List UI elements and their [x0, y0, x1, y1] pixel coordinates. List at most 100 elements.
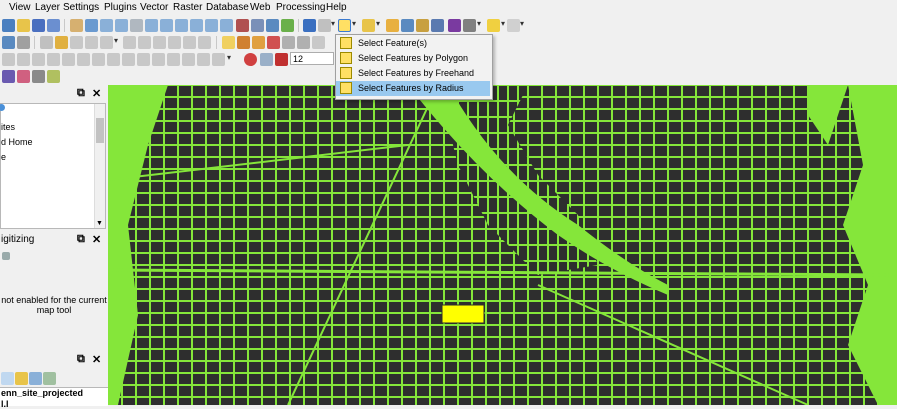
- change-label-icon[interactable]: [297, 36, 310, 49]
- pan-icon[interactable]: [70, 19, 83, 32]
- identify-radius-icon[interactable]: [2, 70, 15, 83]
- rotate-feature-icon[interactable]: [17, 53, 30, 66]
- deselect-icon[interactable]: [386, 19, 399, 32]
- expand-all-icon[interactable]: [43, 372, 56, 385]
- menu-settings[interactable]: Settings: [63, 2, 99, 13]
- cut-features-icon[interactable]: [138, 36, 151, 49]
- new-project-icon[interactable]: [2, 19, 15, 32]
- zoom-to-selection-icon[interactable]: [160, 19, 173, 32]
- action-icon[interactable]: [318, 19, 331, 32]
- menu-view[interactable]: View: [9, 2, 31, 13]
- browser-tree[interactable]: ites d Home e ▼: [0, 103, 106, 229]
- attribute-table-icon[interactable]: [401, 19, 414, 32]
- chevron-down-icon[interactable]: ▾: [352, 19, 356, 28]
- map-tips-icon[interactable]: [487, 19, 500, 32]
- merge-features-icon[interactable]: [182, 53, 195, 66]
- bookmark-icon[interactable]: [251, 19, 264, 32]
- tracing-icon[interactable]: [260, 53, 273, 66]
- zoom-native-icon[interactable]: [190, 19, 203, 32]
- float-panel-icon[interactable]: ⧉: [77, 233, 85, 246]
- zoom-out-icon[interactable]: [115, 19, 128, 32]
- add-group-icon[interactable]: [15, 372, 28, 385]
- menu-plugins[interactable]: Plugins: [104, 2, 137, 13]
- overview-icon[interactable]: [32, 70, 45, 83]
- menu-help[interactable]: Help: [326, 2, 347, 13]
- zoom-in-icon[interactable]: [100, 19, 113, 32]
- open-layer-styling-icon[interactable]: [1, 372, 14, 385]
- current-edits-icon[interactable]: [40, 36, 53, 49]
- open-project-icon[interactable]: [17, 19, 30, 32]
- gps-icon[interactable]: [17, 70, 30, 83]
- text-annotation-icon[interactable]: [507, 19, 520, 32]
- processing-toolbox-icon[interactable]: [431, 19, 444, 32]
- copy-features-icon[interactable]: [153, 36, 166, 49]
- chevron-down-icon[interactable]: ▾: [114, 36, 118, 45]
- fill-ring-icon[interactable]: [77, 53, 90, 66]
- float-panel-icon[interactable]: ⧉: [77, 353, 85, 366]
- redo-icon[interactable]: [198, 36, 211, 49]
- chevron-down-icon[interactable]: ▾: [227, 53, 231, 62]
- layer-style-icon[interactable]: [17, 36, 30, 49]
- menu-database[interactable]: Database: [206, 2, 249, 13]
- show-bookmarks-icon[interactable]: [266, 19, 279, 32]
- tree-item-favorites[interactable]: ites: [1, 122, 15, 132]
- merge-attributes-icon[interactable]: [197, 53, 210, 66]
- pin-labels-icon[interactable]: [237, 36, 250, 49]
- layer-item-label[interactable]: enn_site_projected: [1, 388, 83, 398]
- save-project-icon[interactable]: [32, 19, 45, 32]
- rotate-label-icon[interactable]: [282, 36, 295, 49]
- menu-item-select-features[interactable]: Select Feature(s): [336, 36, 490, 51]
- zoom-last-icon[interactable]: [205, 19, 218, 32]
- paste-features-icon[interactable]: [168, 36, 181, 49]
- refresh-icon[interactable]: [281, 19, 294, 32]
- menu-vector[interactable]: Vector: [140, 2, 168, 13]
- zoom-full-icon[interactable]: [145, 19, 158, 32]
- vertex-tool-icon[interactable]: [100, 36, 113, 49]
- new-map-view-icon[interactable]: [236, 19, 249, 32]
- vertical-scrollbar[interactable]: ▼: [94, 104, 105, 228]
- menu-raster[interactable]: Raster: [173, 2, 202, 13]
- tree-item-drive[interactable]: e: [1, 152, 6, 162]
- highlight-labels-icon[interactable]: [252, 36, 265, 49]
- chevron-down-icon[interactable]: ▾: [520, 19, 524, 28]
- zoom-next-icon[interactable]: [220, 19, 233, 32]
- selected-feature[interactable]: [441, 304, 485, 324]
- tree-item-home[interactable]: d Home: [1, 137, 33, 147]
- menu-item-select-freehand[interactable]: Select Features by Freehand: [336, 66, 490, 81]
- snapping-icon[interactable]: [275, 53, 288, 66]
- layers-tree[interactable]: enn_site_projected l.l: [0, 387, 108, 409]
- cad-icon[interactable]: [2, 252, 10, 260]
- add-ring-icon[interactable]: [47, 53, 60, 66]
- map-canvas[interactable]: [108, 85, 897, 405]
- chevron-down-icon[interactable]: ▾: [477, 19, 481, 28]
- move-label-icon[interactable]: [267, 36, 280, 49]
- split-features-icon[interactable]: [152, 53, 165, 66]
- label-icon[interactable]: [222, 36, 235, 49]
- zoom-to-layer-icon[interactable]: [175, 19, 188, 32]
- save-as-icon[interactable]: [47, 19, 60, 32]
- select-features-icon[interactable]: [338, 19, 351, 32]
- chevron-down-icon[interactable]: ▾: [376, 19, 380, 28]
- menu-layer[interactable]: Layer: [35, 2, 60, 13]
- chevron-down-icon[interactable]: ▼: [96, 220, 103, 227]
- chevron-down-icon[interactable]: ▾: [501, 19, 505, 28]
- toggle-editing-icon[interactable]: [55, 36, 68, 49]
- menu-web[interactable]: Web: [250, 2, 270, 13]
- float-panel-icon[interactable]: ⧉: [77, 87, 85, 100]
- advanced-digitize-icon[interactable]: [2, 53, 15, 66]
- delete-ring-icon[interactable]: [92, 53, 105, 66]
- delete-part-icon[interactable]: [107, 53, 120, 66]
- rotate-symbols-icon[interactable]: [212, 53, 225, 66]
- select-by-value-icon[interactable]: [362, 19, 375, 32]
- close-icon[interactable]: ✕: [92, 233, 101, 246]
- digitize-icon[interactable]: [85, 36, 98, 49]
- pan-to-selection-icon[interactable]: [85, 19, 98, 32]
- full-extent-icon[interactable]: [47, 70, 60, 83]
- save-edits-icon[interactable]: [70, 36, 83, 49]
- delete-selected-icon[interactable]: [123, 36, 136, 49]
- menu-item-select-polygon[interactable]: Select Features by Polygon: [336, 51, 490, 66]
- filter-legend-icon[interactable]: [29, 372, 42, 385]
- statistics-icon[interactable]: [448, 19, 461, 32]
- split-parts-icon[interactable]: [167, 53, 180, 66]
- close-icon[interactable]: ✕: [92, 87, 101, 100]
